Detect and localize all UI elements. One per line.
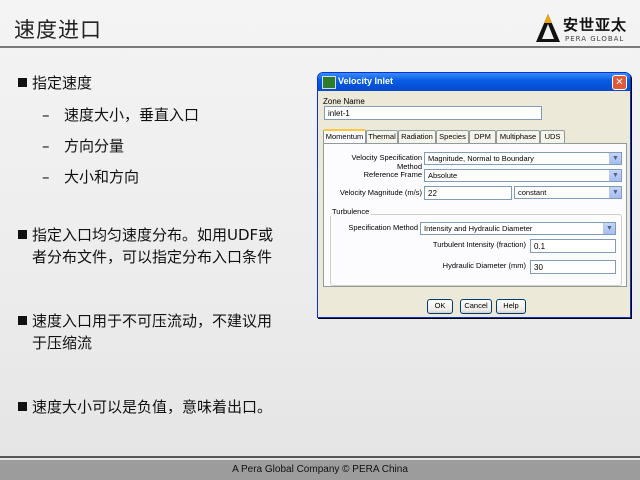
bullet-item: 速度入口用于不可压流动，不建议用 于压缩流 xyxy=(18,310,272,354)
tab-dpm[interactable]: DPM xyxy=(469,130,496,143)
velocity-spec-select[interactable]: Magnitude, Normal to Boundary ▼ xyxy=(424,152,622,165)
tab-species[interactable]: Species xyxy=(436,130,469,143)
chevron-down-icon[interactable]: ▼ xyxy=(609,170,621,181)
velocity-spec-label: Velocity Specification Method xyxy=(351,153,422,171)
dash-bullet-icon: – xyxy=(42,137,50,155)
tab-uds[interactable]: UDS xyxy=(540,130,565,143)
cancel-button[interactable]: Cancel xyxy=(460,299,492,314)
velocity-magnitude-label: Velocity Magnitude (m/s) xyxy=(339,188,422,197)
title-divider xyxy=(0,46,640,48)
tab-thermal[interactable]: Thermal xyxy=(366,130,398,143)
sub-bullet-item: – 大小和方向 xyxy=(42,166,139,188)
app-icon xyxy=(322,76,336,89)
chevron-down-icon[interactable]: ▼ xyxy=(609,187,621,198)
velocity-magnitude-input[interactable]: 22 xyxy=(424,186,512,200)
bullet-text: 速度入口用于不可压流动，不建议用 xyxy=(32,312,273,330)
bullet-item: 指定速度 xyxy=(18,72,92,94)
spec-method-select[interactable]: Intensity and Hydraulic Diameter ▼ xyxy=(420,222,616,235)
sub-bullet-text: 速度大小，垂直入口 xyxy=(64,106,200,124)
turbulent-intensity-label: Turbulent Intensity (fraction) xyxy=(432,240,526,249)
dialog-title: Velocity Inlet xyxy=(338,76,394,86)
bullet-text: 指定入口均匀速度分布。如用UDF或 xyxy=(32,226,274,244)
hydraulic-diameter-input[interactable]: 30 xyxy=(530,260,616,274)
bullet-item: 指定入口均匀速度分布。如用UDF或 者分布文件，可以指定分布入口条件 xyxy=(18,224,273,268)
sub-bullet-text: 大小和方向 xyxy=(64,168,140,186)
sub-bullet-item: – 方向分量 xyxy=(42,135,124,157)
turbulence-label: Turbulence xyxy=(330,207,372,216)
square-bullet-icon xyxy=(18,402,27,411)
dash-bullet-icon: – xyxy=(42,106,50,124)
tab-momentum[interactable]: Momentum xyxy=(323,129,366,144)
help-button[interactable]: Help xyxy=(496,299,526,314)
bullet-text: 速度大小可以是负值，意味着出口。 xyxy=(32,398,273,416)
close-icon[interactable]: ✕ xyxy=(612,75,627,90)
bullet-item: 速度大小可以是负值，意味着出口。 xyxy=(18,396,272,418)
slide-title: 速度进口 xyxy=(14,18,102,42)
spec-method-value: Intensity and Hydraulic Diameter xyxy=(424,224,533,233)
sub-bullet-item: – 速度大小，垂直入口 xyxy=(42,104,199,126)
footer-divider xyxy=(0,456,640,458)
reference-frame-select[interactable]: Absolute ▼ xyxy=(424,169,622,182)
chevron-down-icon[interactable]: ▼ xyxy=(603,223,615,234)
sub-bullet-text: 方向分量 xyxy=(64,137,125,155)
reference-frame-label: Reference Frame xyxy=(363,170,422,179)
velocity-spec-value: Magnitude, Normal to Boundary xyxy=(428,154,534,163)
zone-name-input[interactable]: inlet-1 xyxy=(324,106,542,120)
company-logo: 安世亚太 PERA GLOBAL xyxy=(535,12,633,46)
pera-logo-icon xyxy=(536,14,560,42)
hydraulic-diameter-label: Hydraulic Diameter (mm) xyxy=(442,261,526,270)
bullet-text: 指定速度 xyxy=(32,74,93,92)
square-bullet-icon xyxy=(18,316,27,325)
velocity-profile-value: constant xyxy=(518,188,547,197)
ok-button[interactable]: OK xyxy=(427,299,453,314)
logo-brand-text: 安世亚太 xyxy=(563,16,628,34)
square-bullet-icon xyxy=(18,230,27,239)
square-bullet-icon xyxy=(18,78,27,87)
bullet-text-continued: 者分布文件，可以指定分布入口条件 xyxy=(32,248,273,266)
tab-multiphase[interactable]: Multiphase xyxy=(496,130,540,143)
spec-method-label: Specification Method xyxy=(348,223,418,232)
zone-name-label: Zone Name xyxy=(323,97,365,106)
bullet-text-continued: 于压缩流 xyxy=(32,334,93,352)
dash-bullet-icon: – xyxy=(42,168,50,186)
momentum-panel: Velocity Specification Method Magnitude,… xyxy=(323,143,627,287)
reference-frame-value: Absolute xyxy=(428,171,458,180)
velocity-inlet-dialog: Velocity Inlet ✕ Zone Name inlet-1 Momen… xyxy=(317,72,631,318)
tab-radiation[interactable]: Radiation xyxy=(398,130,436,143)
dialog-titlebar[interactable]: Velocity Inlet ✕ xyxy=(318,73,630,91)
velocity-profile-select[interactable]: constant ▼ xyxy=(514,186,622,199)
chevron-down-icon[interactable]: ▼ xyxy=(609,153,621,164)
footer: A Pera Global Company © PERA China xyxy=(0,460,640,480)
slide: 速度进口 安世亚太 PERA GLOBAL 指定速度 – 速度大小，垂直入口 – 方… xyxy=(0,0,640,480)
turbulent-intensity-input[interactable]: 0.1 xyxy=(530,239,616,253)
logo-sub-text: PERA GLOBAL xyxy=(565,35,625,43)
